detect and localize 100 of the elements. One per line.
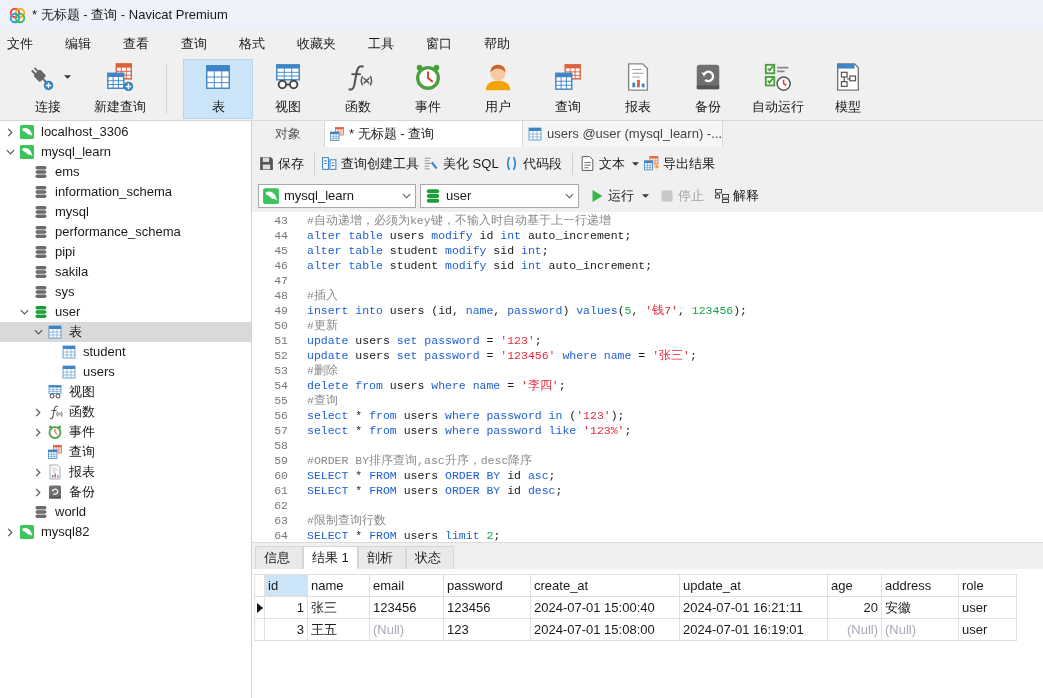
toolbar-button[interactable]: 保存 (258, 151, 308, 176)
menu-item[interactable]: 查询 (176, 33, 212, 55)
menu-item[interactable]: 收藏夹 (292, 33, 341, 55)
toolbar-button[interactable]: 连接 (12, 59, 84, 119)
tree-item[interactable]: ems (0, 162, 251, 182)
database-icon (424, 187, 442, 205)
tree-item[interactable]: world (0, 502, 251, 522)
chevron-down-icon[interactable] (33, 329, 43, 335)
menu-item[interactable]: 窗口 (421, 33, 457, 55)
caret-icon[interactable] (63, 74, 71, 79)
column-header[interactable]: password (443, 574, 531, 597)
toolbar-button[interactable]: 事件 (393, 59, 463, 119)
column-header[interactable]: role (958, 574, 1017, 597)
toolbar-button[interactable]: 运行 (589, 184, 649, 208)
tree-item[interactable]: 备份 (0, 482, 251, 502)
menu-item[interactable]: 工具 (363, 33, 399, 55)
result-tab[interactable]: 结果 1 (303, 546, 358, 569)
chevron-down-icon[interactable] (19, 309, 29, 315)
column-header[interactable]: name (307, 574, 370, 597)
line-number: 56 (273, 408, 288, 423)
column-header[interactable]: id (264, 574, 308, 597)
column-header[interactable]: update_at (679, 574, 828, 597)
caret-icon[interactable] (642, 194, 649, 198)
toolbar-button[interactable]: 查询 (533, 59, 603, 119)
chevron-right-icon[interactable] (35, 427, 41, 437)
line-number: 49 (273, 303, 288, 318)
toolbar-button[interactable]: 函数 (323, 59, 393, 119)
toolbar-button[interactable]: 表 (183, 59, 253, 119)
code-line: alter table student modify sid int auto_increment; (307, 258, 653, 273)
tree-item[interactable]: sakila (0, 262, 251, 282)
export-icon (642, 155, 660, 172)
tree-item[interactable]: 事件 (0, 422, 251, 442)
chevron-right-icon[interactable] (7, 527, 13, 537)
chevron-right-icon[interactable] (7, 127, 13, 137)
line-number: 47 (273, 273, 288, 288)
column-header[interactable]: create_at (530, 574, 680, 597)
tree-item[interactable]: performance_schema (0, 222, 251, 242)
toolbar-button[interactable]: 导出结果 (642, 151, 719, 176)
result-tab[interactable]: 剖析 (357, 546, 406, 569)
tree-item[interactable]: pipi (0, 242, 251, 262)
result-tab[interactable]: 状态 (405, 546, 454, 569)
chevron-right-icon[interactable] (35, 467, 41, 477)
tree-item[interactable]: 查询 (0, 442, 251, 462)
table-cell: 张三 (307, 596, 370, 619)
tree-item[interactable]: user (0, 302, 251, 322)
line-number: 44 (273, 228, 288, 243)
code-line: #ORDER BY排序查询,asc升序，desc降序 (307, 453, 533, 468)
toolbar-button[interactable]: 备份 (673, 59, 743, 119)
editor-tab[interactable]: * 无标题 - 查询 (325, 121, 523, 147)
menu-item[interactable]: 编辑 (60, 33, 96, 55)
menu-item[interactable]: 文件 (2, 33, 38, 55)
connection-icon (19, 124, 35, 140)
line-number: 55 (273, 393, 288, 408)
tree-item[interactable]: information_schema (0, 182, 251, 202)
toolbar-button[interactable]: 用户 (463, 59, 533, 119)
column-header[interactable]: age (827, 574, 882, 597)
view-icon (273, 61, 303, 92)
dropdown-field[interactable]: user (420, 184, 579, 208)
code-line: SELECT * FROM users ORDER BY id asc; (307, 468, 556, 483)
column-header[interactable]: email (369, 574, 444, 597)
chevron-right-icon[interactable] (35, 407, 41, 417)
tree-item[interactable]: 表 (0, 322, 251, 342)
toolbar-button[interactable]: 自动运行 (743, 59, 813, 119)
builder-icon (321, 155, 338, 172)
toolbar-button[interactable]: 模型 (813, 59, 883, 119)
toolbar-button[interactable]: 新建查询 (88, 59, 152, 119)
line-number: 48 (273, 288, 288, 303)
table-icon (527, 126, 543, 142)
tree-item[interactable]: mysql_learn (0, 142, 251, 162)
column-header[interactable]: address (881, 574, 959, 597)
toolbar-button[interactable]: 代码段 (502, 151, 566, 176)
toolbar-button[interactable]: 解释 (714, 184, 759, 208)
menu-item[interactable]: 帮助 (479, 33, 515, 55)
editor-tab[interactable]: users @user (mysql_learn) -... (523, 121, 723, 147)
tree-item[interactable]: sys (0, 282, 251, 302)
result-tab[interactable]: 信息 (255, 546, 303, 569)
table-cell: (Null) (881, 618, 959, 641)
menu-item[interactable]: 格式 (234, 33, 270, 55)
clock-icon (47, 424, 63, 440)
tree-item[interactable]: localhost_3306 (0, 122, 251, 142)
tree-item[interactable]: mysql82 (0, 522, 251, 542)
line-number: 58 (273, 438, 288, 453)
tree-item[interactable]: 函数 (0, 402, 251, 422)
toolbar-button[interactable]: 视图 (253, 59, 323, 119)
code-line: #自动递增，必须为key键，不输入时自动基于上一行递增 (307, 213, 611, 228)
toolbar-button[interactable]: 文本 (578, 151, 643, 176)
toolbar-button[interactable]: 查询创建工具 (321, 151, 423, 176)
caret-icon[interactable] (631, 161, 639, 166)
tree-item[interactable]: mysql (0, 202, 251, 222)
tree-item[interactable]: users (0, 362, 251, 382)
line-number: 46 (273, 258, 288, 273)
dropdown-field[interactable]: mysql_learn (258, 184, 416, 208)
toolbar-button[interactable]: 报表 (603, 59, 673, 119)
menu-item[interactable]: 查看 (118, 33, 154, 55)
chevron-right-icon[interactable] (35, 487, 41, 497)
tree-item[interactable]: student (0, 342, 251, 362)
tree-item[interactable]: 视图 (0, 382, 251, 402)
toolbar-button[interactable]: 美化 SQL (423, 151, 503, 176)
tree-item[interactable]: 报表 (0, 462, 251, 482)
chevron-down-icon[interactable] (5, 149, 15, 155)
